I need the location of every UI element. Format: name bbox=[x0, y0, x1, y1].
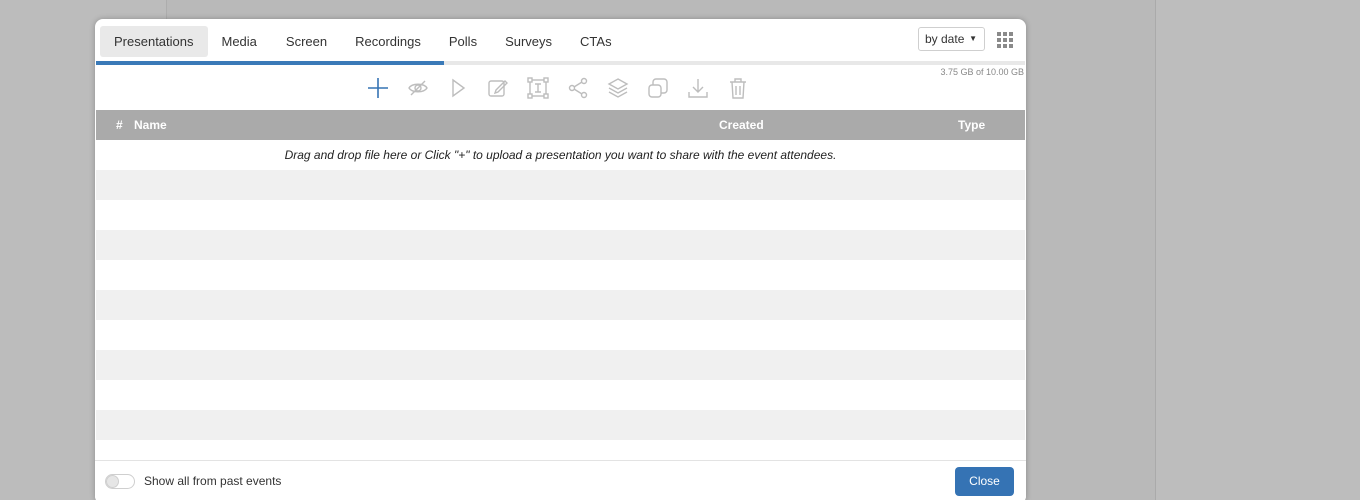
plus-icon[interactable] bbox=[367, 77, 389, 99]
edit-icon[interactable] bbox=[487, 77, 509, 99]
toggle-knob bbox=[106, 475, 119, 488]
share-icon[interactable] bbox=[567, 77, 589, 99]
duplicate-icon[interactable] bbox=[647, 77, 669, 99]
column-header-name[interactable]: Name bbox=[134, 110, 167, 140]
column-header-type[interactable]: Type bbox=[958, 110, 985, 140]
tab-media[interactable]: Media bbox=[208, 26, 272, 57]
tab-recordings[interactable]: Recordings bbox=[341, 26, 435, 57]
table-row bbox=[96, 380, 1025, 410]
table-row bbox=[96, 260, 1025, 290]
table-row bbox=[96, 320, 1025, 350]
column-header-created[interactable]: Created bbox=[719, 110, 764, 140]
close-button[interactable]: Close bbox=[955, 467, 1014, 496]
presentation-toolbar bbox=[367, 77, 749, 99]
table-row bbox=[96, 350, 1025, 380]
tab-surveys[interactable]: Surveys bbox=[491, 26, 566, 57]
table-row bbox=[96, 200, 1025, 230]
table-header: # Name Created Type bbox=[96, 110, 1025, 140]
tab-ctas[interactable]: CTAs bbox=[566, 26, 626, 57]
tab-screen[interactable]: Screen bbox=[272, 26, 341, 57]
hide-icon[interactable] bbox=[407, 77, 429, 99]
trash-icon[interactable] bbox=[727, 77, 749, 99]
empty-list-message: Drag and drop file here or Click "+" to … bbox=[284, 148, 837, 162]
play-icon[interactable] bbox=[447, 77, 469, 99]
storage-progress-bar bbox=[96, 61, 1025, 65]
past-events-toggle[interactable] bbox=[105, 474, 135, 489]
background-right-pane bbox=[1155, 0, 1360, 500]
column-header-number[interactable]: # bbox=[116, 110, 123, 140]
sort-select[interactable]: by date ▼ bbox=[918, 27, 985, 51]
tab-presentations[interactable]: Presentations bbox=[100, 26, 208, 57]
dialog-footer: Show all from past events Close bbox=[95, 460, 1026, 500]
resize-icon[interactable] bbox=[527, 77, 549, 99]
tab-bar: Presentations Media Screen Recordings Po… bbox=[100, 26, 626, 57]
layers-icon[interactable] bbox=[607, 77, 629, 99]
grid-view-icon[interactable] bbox=[997, 32, 1013, 48]
tab-polls[interactable]: Polls bbox=[435, 26, 491, 57]
past-events-toggle-label: Show all from past events bbox=[144, 474, 282, 488]
presentation-manager-dialog: Presentations Media Screen Recordings Po… bbox=[95, 19, 1026, 500]
table-row bbox=[96, 290, 1025, 320]
sort-select-value: by date bbox=[925, 32, 965, 46]
table-row bbox=[96, 230, 1025, 260]
table-row bbox=[96, 170, 1025, 200]
presentation-list[interactable]: Drag and drop file here or Click "+" to … bbox=[96, 140, 1025, 440]
download-icon[interactable] bbox=[687, 77, 709, 99]
storage-usage-text: 3.75 GB of 10.00 GB bbox=[940, 67, 1024, 77]
table-row bbox=[96, 410, 1025, 440]
caret-down-icon: ▼ bbox=[969, 34, 977, 43]
storage-progress-fill bbox=[96, 61, 445, 65]
